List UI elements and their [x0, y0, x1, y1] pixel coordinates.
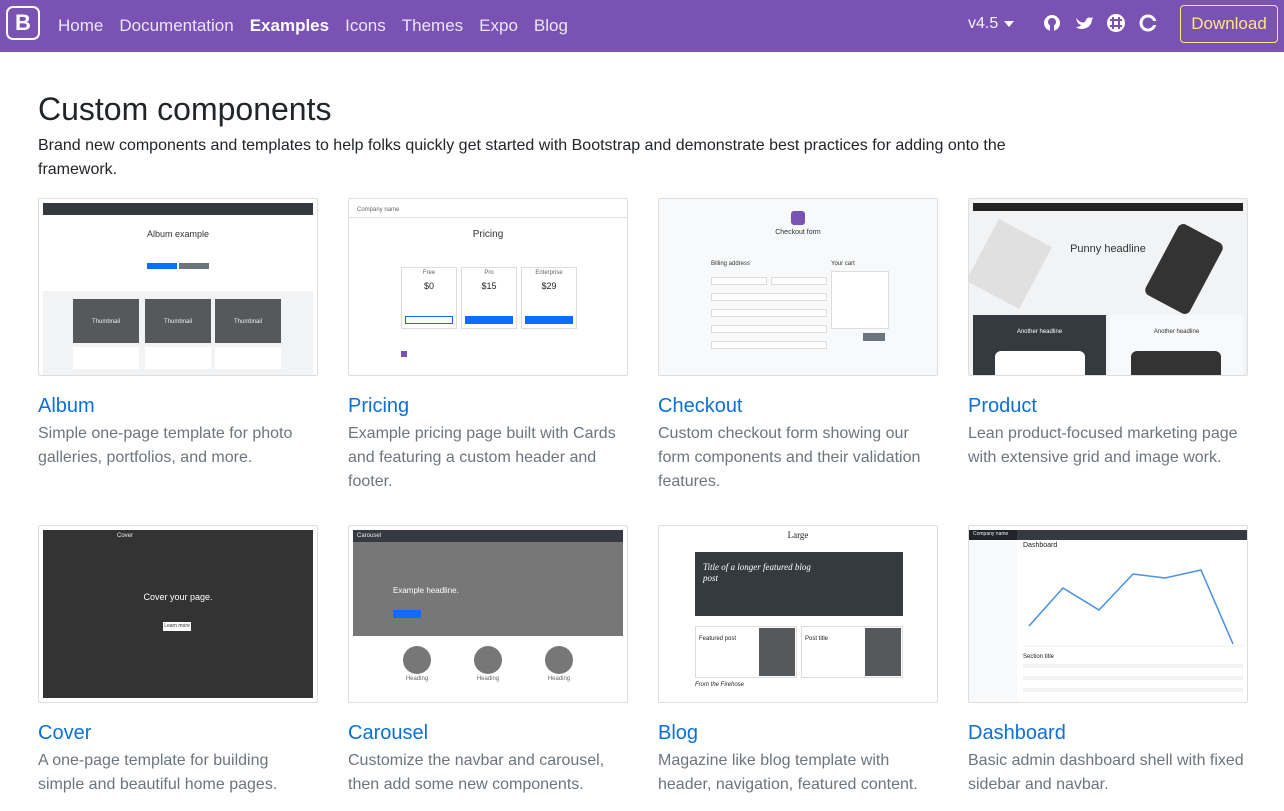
product-sub-2: Another headline: [1153, 329, 1200, 335]
card-carousel: Carousel Example headline. Heading Headi…: [348, 525, 628, 797]
card-pricing: Company name Pricing Free Pro Enterprise…: [348, 198, 628, 494]
pricing-tier-free: Free: [422, 270, 436, 276]
card-title-pricing[interactable]: Pricing: [348, 394, 628, 418]
carousel-col-2: Heading: [476, 676, 500, 682]
pricing-tier-enterprise: Enterprise: [535, 270, 563, 276]
card-desc-checkout: Custom checkout form showing our form co…: [658, 425, 921, 490]
nav-icons[interactable]: Icons: [337, 16, 394, 36]
blog-brand: Large: [787, 530, 809, 540]
album-heading: Album example: [146, 229, 210, 239]
card-desc-dashboard: Basic admin dashboard shell with fixed s…: [968, 752, 1244, 793]
version-dropdown[interactable]: v4.5: [968, 15, 1015, 33]
checkout-billing: Billing address: [711, 261, 751, 267]
cover-brand: Cover: [117, 533, 134, 539]
product-thumbnail[interactable]: Punny headline Another headline Another …: [968, 198, 1248, 376]
card-title-cover[interactable]: Cover: [38, 721, 318, 745]
card-title-dashboard[interactable]: Dashboard: [968, 721, 1248, 745]
dashboard-brand: Company name: [973, 531, 1009, 537]
carousel-col-3: Heading: [547, 676, 571, 682]
carousel-col-1: Heading: [405, 676, 429, 682]
card-title-album[interactable]: Album: [38, 394, 318, 418]
pricing-price-pro: $15: [481, 281, 497, 291]
opencollective-icon[interactable]: [1138, 13, 1158, 33]
album-tile-3: Thumbnail: [233, 319, 262, 325]
carousel-thumbnail[interactable]: Carousel Example headline. Heading Headi…: [348, 525, 628, 703]
carousel-heading: Example headline.: [393, 586, 459, 595]
card-title-carousel[interactable]: Carousel: [348, 721, 628, 745]
card-desc-blog: Magazine like blog template with header,…: [658, 752, 918, 793]
pricing-tier-pro: Pro: [484, 270, 494, 276]
nav-documentation[interactable]: Documentation: [111, 16, 241, 36]
cover-thumbnail[interactable]: Cover Cover your page. Learn more: [38, 525, 318, 703]
blog-from: From the Firehose: [695, 682, 745, 688]
page-title: Custom components: [38, 91, 332, 127]
card-title-product[interactable]: Product: [968, 394, 1248, 418]
cover-button: Learn more: [164, 623, 190, 629]
cover-heading: Cover your page.: [143, 592, 213, 602]
card-cover: Cover Cover your page. Learn more Cover …: [38, 525, 318, 797]
nav-examples[interactable]: Examples: [242, 16, 337, 36]
checkout-cart: Your cart: [831, 261, 855, 267]
version-label: v4.5: [968, 15, 999, 32]
bootstrap-logo[interactable]: B: [6, 6, 40, 40]
checkout-thumbnail[interactable]: Checkout form Billing address Your cart: [658, 198, 938, 376]
pricing-company: Company name: [357, 207, 400, 213]
album-tile-2: Thumbnail: [163, 319, 192, 325]
card-desc-cover: A one-page template for building simple …: [38, 752, 278, 793]
card-product: Punny headline Another headline Another …: [968, 198, 1248, 470]
checkout-heading: Checkout form: [775, 229, 821, 236]
card-desc-product: Lean product-focused marketing page with…: [968, 425, 1238, 466]
card-desc-pricing: Example pricing page built with Cards an…: [348, 425, 616, 490]
dashboard-thumbnail[interactable]: Company name Dashboard Section title: [968, 525, 1248, 703]
blog-post-1: Featured post: [699, 636, 737, 642]
nav-blog[interactable]: Blog: [526, 16, 576, 36]
card-desc-album: Simple one-page template for photo galle…: [38, 425, 293, 466]
blog-post-2: Post title: [805, 636, 829, 642]
carousel-brand: Carousel: [357, 533, 382, 539]
card-title-checkout[interactable]: Checkout: [658, 394, 938, 418]
pricing-price-free: $0: [423, 281, 434, 291]
nav-expo[interactable]: Expo: [471, 16, 526, 36]
dashboard-line-chart: [1023, 569, 1243, 647]
dashboard-heading: Dashboard: [1023, 542, 1058, 549]
album-tile-1: Thumbnail: [91, 319, 120, 325]
nav-links: Home Documentation Examples Icons Themes…: [50, 0, 576, 52]
card-blog: Large Title of a longer featured blog po…: [658, 525, 938, 797]
card-checkout: Checkout form Billing address Your cart …: [658, 198, 938, 494]
nav-themes[interactable]: Themes: [394, 16, 471, 36]
pricing-thumbnail[interactable]: Company name Pricing Free Pro Enterprise…: [348, 198, 628, 376]
pricing-heading: Pricing: [472, 229, 504, 240]
top-navbar: B Home Documentation Examples Icons Them…: [0, 0, 1284, 52]
card-dashboard: Company name Dashboard Section title Das…: [968, 525, 1248, 797]
product-heading: Punny headline: [1070, 243, 1146, 255]
card-album: Album example Thumbnail Thumbnail Thumbn…: [38, 198, 318, 470]
github-icon[interactable]: [1042, 13, 1062, 33]
product-sub-1: Another headline: [1016, 329, 1063, 335]
download-button[interactable]: Download: [1180, 5, 1278, 43]
blog-featured: Title of a longer featured blog post: [703, 562, 811, 583]
card-desc-carousel: Customize the navbar and carousel, then …: [348, 752, 605, 793]
caret-down-icon: [1004, 20, 1015, 27]
pricing-price-enterprise: $29: [541, 281, 557, 291]
dashboard-section: Section title: [1023, 654, 1055, 660]
album-thumbnail[interactable]: Album example Thumbnail Thumbnail Thumbn…: [38, 198, 318, 376]
twitter-icon[interactable]: [1074, 13, 1094, 33]
slack-icon[interactable]: [1106, 13, 1126, 33]
nav-home[interactable]: Home: [50, 16, 111, 36]
card-title-blog[interactable]: Blog: [658, 721, 938, 745]
blog-thumbnail[interactable]: Large Title of a longer featured blog po…: [658, 525, 938, 703]
page-lead: Brand new components and templates to he…: [38, 137, 1006, 178]
